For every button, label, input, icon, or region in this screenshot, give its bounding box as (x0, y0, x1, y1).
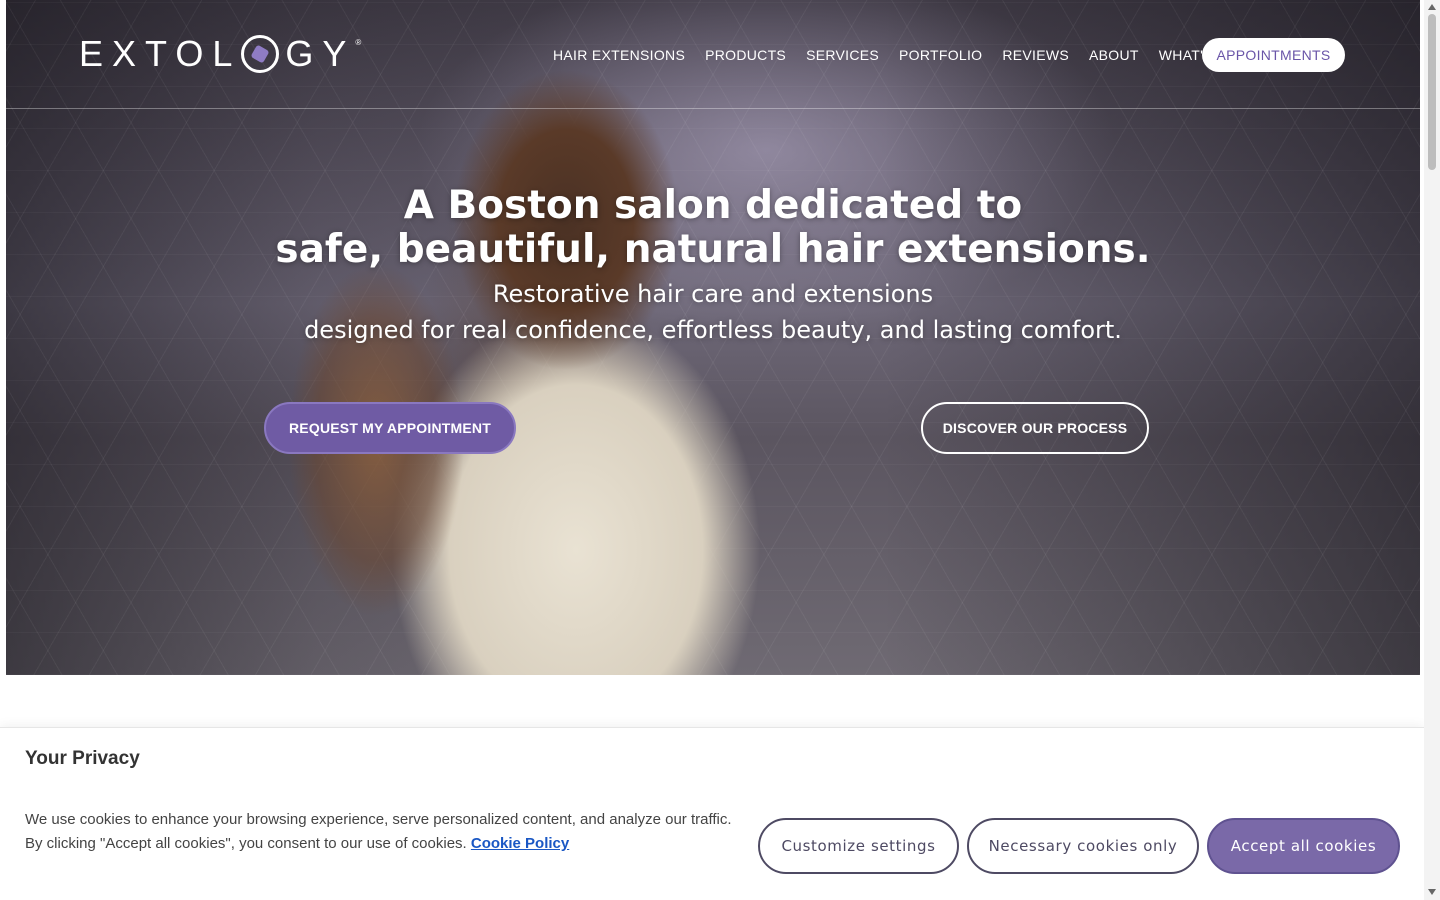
nav-about[interactable]: ABOUT (1089, 47, 1139, 63)
hero-subtitle-line-1: Restorative hair care and extensions (492, 280, 934, 308)
scrollbar-thumb[interactable] (1428, 14, 1436, 170)
cookie-description: We use cookies to enhance your browsing … (25, 808, 745, 856)
customize-settings-button[interactable]: Customize settings (758, 818, 959, 874)
logo-text-left: EXTOL (79, 33, 242, 74)
hero-title: A Boston salon dedicated to safe, beauti… (6, 184, 1420, 272)
hero-subtitle-line-2: designed for real confidence, effortless… (304, 316, 1122, 344)
hero-text: A Boston salon dedicated to safe, beauti… (6, 184, 1420, 348)
scroll-up-arrow-icon[interactable] (1428, 4, 1436, 10)
nav-reviews[interactable]: REVIEWS (1002, 47, 1069, 63)
nav-portfolio[interactable]: PORTFOLIO (899, 47, 982, 63)
cookie-text-line-2: By clicking "Accept all cookies", you co… (25, 835, 467, 852)
extology-logo[interactable]: EXTOL GY ® (79, 32, 361, 76)
site-header: EXTOL GY ® HAIR EXTENSIONS PRODUCTS SERV… (6, 0, 1420, 109)
scroll-down-arrow-icon[interactable] (1428, 889, 1436, 895)
cookie-banner: Your Privacy We use cookies to enhance y… (0, 727, 1424, 900)
cookie-title: Your Privacy (25, 748, 140, 769)
nav-hair-extensions[interactable]: HAIR EXTENSIONS (553, 47, 685, 63)
hero-subtitle: Restorative hair care and extensions des… (6, 276, 1420, 348)
hero-title-line-2: safe, beautiful, natural hair extensions… (275, 227, 1151, 272)
discover-process-button[interactable]: DISCOVER OUR PROCESS (921, 402, 1149, 454)
main-nav: HAIR EXTENSIONS PRODUCTS SERVICES PORTFO… (553, 47, 1259, 63)
necessary-cookies-button[interactable]: Necessary cookies only (967, 818, 1199, 874)
cookie-policy-link[interactable]: Cookie Policy (471, 835, 569, 852)
nav-services[interactable]: SERVICES (806, 47, 879, 63)
logo-hexagon-icon (241, 35, 280, 73)
logo-text-right: GY (285, 33, 356, 74)
request-appointment-button[interactable]: REQUEST MY APPOINTMENT (264, 402, 516, 454)
hero-title-line-1: A Boston salon dedicated to (403, 183, 1023, 228)
accept-all-cookies-button[interactable]: Accept all cookies (1207, 818, 1400, 874)
cookie-text-line-1: We use cookies to enhance your browsing … (25, 811, 732, 828)
registered-mark: ® (355, 38, 362, 47)
page-scrollbar[interactable] (1424, 0, 1440, 900)
appointments-button[interactable]: APPOINTMENTS (1202, 38, 1345, 72)
nav-products[interactable]: PRODUCTS (705, 47, 786, 63)
